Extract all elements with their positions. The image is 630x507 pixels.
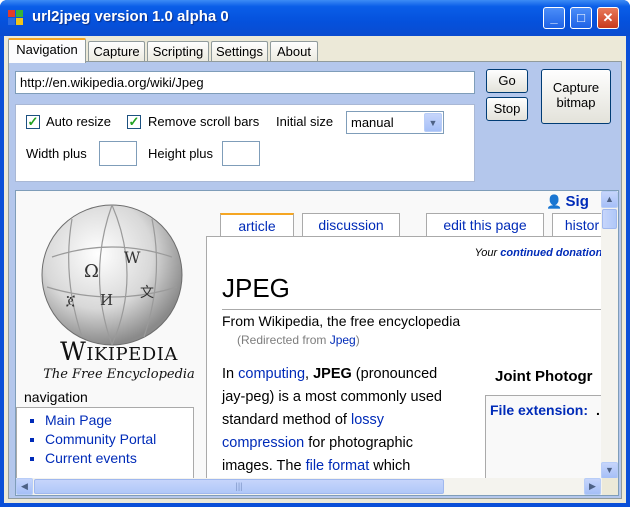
title-divider bbox=[222, 309, 603, 310]
height-plus-label: Height plus bbox=[148, 146, 214, 161]
scroll-right-button[interactable]: ▶ bbox=[584, 478, 601, 495]
article-title: JPEG bbox=[222, 273, 290, 303]
navigation-portlet: Main Page Community Portal Current event… bbox=[16, 407, 194, 479]
user-login[interactable]: 👤 Sig bbox=[546, 193, 589, 210]
scroll-up-button[interactable]: ▲ bbox=[601, 191, 618, 208]
donations-link[interactable]: continued donations bbox=[500, 247, 603, 259]
redirect-note: (Redirected from Jpeg) bbox=[237, 333, 360, 347]
auto-resize-checkbox[interactable]: ✓ bbox=[26, 115, 40, 129]
initial-size-value: manual bbox=[351, 115, 394, 130]
svg-text:ጀ: ጀ bbox=[66, 293, 76, 309]
app-icon bbox=[8, 10, 24, 26]
checkmark-icon: ✓ bbox=[128, 114, 140, 129]
body-text: In bbox=[222, 366, 239, 382]
navigation-panel: http://en.wikipedia.org/wiki/Jpeg Go Sto… bbox=[8, 61, 622, 499]
compression-link[interactable]: compression bbox=[222, 435, 304, 451]
site-sub: From Wikipedia, the free encyclopedia bbox=[222, 313, 461, 329]
client-area: Navigation Capture Scripting Settings Ab… bbox=[4, 36, 626, 503]
vertical-scroll-thumb[interactable] bbox=[602, 209, 617, 229]
wiki-tab-edit[interactable]: edit this page bbox=[426, 213, 544, 237]
svg-text:И: И bbox=[100, 291, 113, 309]
wiki-tab-history[interactable]: histor bbox=[552, 213, 603, 237]
scroll-left-button[interactable]: ◀ bbox=[16, 478, 33, 495]
width-plus-label: Width plus bbox=[26, 146, 87, 161]
nav-item-community-portal[interactable]: Community Portal bbox=[45, 431, 193, 447]
options-group: ✓ Auto resize ✓ Remove scroll bars Initi… bbox=[15, 104, 475, 182]
infobox-value: . bbox=[596, 402, 600, 418]
svg-text:W: W bbox=[124, 248, 141, 267]
tab-navigation[interactable]: Navigation bbox=[8, 38, 86, 63]
body-text: images. The bbox=[222, 458, 306, 474]
stop-button[interactable]: Stop bbox=[486, 97, 528, 121]
horizontal-scrollbar[interactable]: ◀ ||| ▶ bbox=[16, 478, 618, 495]
wikipedia-tagline: The Free Encyclopedia bbox=[43, 367, 195, 382]
infobox: File extension: . bbox=[485, 395, 603, 479]
tab-capture[interactable]: Capture bbox=[88, 41, 145, 62]
wikipedia-page: Ω W И 文 ጀ Wikipedia The Free Encyclopedi… bbox=[16, 191, 603, 479]
title-bar[interactable]: url2jpeg version 1.0 alpha 0 _ □ ✕ bbox=[0, 0, 630, 36]
vertical-scrollbar[interactable]: ▲ ▼ bbox=[601, 191, 618, 479]
capture-bitmap-button[interactable]: Capture bitmap bbox=[541, 69, 611, 124]
article-content: Your continued donations k JPEG From Wik… bbox=[206, 236, 603, 479]
wikipedia-wordmark: Wikipedia bbox=[60, 337, 178, 366]
chevron-down-icon[interactable]: ▼ bbox=[424, 113, 442, 132]
article-body: In computing, JPEG (pronounced jay-peg) … bbox=[222, 363, 477, 478]
nav-item-current-events[interactable]: Current events bbox=[45, 450, 193, 466]
initial-size-select[interactable]: manual ▼ bbox=[346, 111, 444, 134]
remove-scroll-bars-label: Remove scroll bars bbox=[148, 114, 260, 129]
initial-size-label: Initial size bbox=[276, 114, 334, 129]
redirect-link[interactable]: Jpeg bbox=[330, 333, 356, 347]
close-icon: ✕ bbox=[602, 10, 614, 25]
width-plus-input[interactable] bbox=[99, 141, 137, 166]
svg-text:文: 文 bbox=[140, 285, 154, 301]
maximize-button[interactable]: □ bbox=[570, 7, 592, 29]
svg-text:Ω: Ω bbox=[84, 261, 99, 282]
scroll-corner bbox=[602, 478, 618, 495]
body-text: for photographic bbox=[304, 435, 414, 451]
infobox-label: File extension: bbox=[490, 402, 589, 418]
redirect-suffix: ) bbox=[355, 333, 360, 347]
body-line: jay-peg) is a most commonly used bbox=[222, 389, 442, 405]
maximize-icon: □ bbox=[577, 10, 585, 25]
minimize-button[interactable]: _ bbox=[543, 7, 565, 29]
computing-link[interactable]: computing bbox=[238, 366, 305, 382]
infobox-title: Joint Photogr bbox=[495, 368, 593, 385]
tab-scripting[interactable]: Scripting bbox=[147, 41, 209, 62]
capture-label-line2: bitmap bbox=[556, 95, 596, 110]
minimize-icon: _ bbox=[550, 10, 558, 25]
navigation-heading: navigation bbox=[24, 389, 88, 405]
body-text: (pronounced bbox=[351, 366, 438, 382]
remove-scroll-bars-checkbox[interactable]: ✓ bbox=[127, 115, 141, 129]
auto-resize-label: Auto resize bbox=[46, 114, 112, 129]
redirect-prefix: (Redirected from bbox=[237, 333, 330, 347]
web-browser-view[interactable]: Ω W И 文 ጀ Wikipedia The Free Encyclopedi… bbox=[15, 190, 619, 496]
checkmark-icon: ✓ bbox=[27, 114, 39, 129]
close-button[interactable]: ✕ bbox=[597, 7, 619, 29]
height-plus-input[interactable] bbox=[222, 141, 260, 166]
body-text: , bbox=[305, 366, 314, 382]
scroll-down-button[interactable]: ▼ bbox=[601, 462, 618, 479]
nav-item-main-page[interactable]: Main Page bbox=[45, 412, 193, 428]
bold-term: JPEG bbox=[313, 366, 352, 382]
sign-in-link[interactable]: Sig bbox=[566, 193, 589, 210]
go-button[interactable]: Go bbox=[486, 69, 528, 93]
tab-about[interactable]: About bbox=[270, 41, 318, 62]
wiki-tab-discussion[interactable]: discussion bbox=[302, 213, 400, 237]
app-window: url2jpeg version 1.0 alpha 0 _ □ ✕ Navig… bbox=[0, 0, 630, 507]
file-format-link[interactable]: file format bbox=[306, 458, 370, 474]
tab-settings[interactable]: Settings bbox=[211, 41, 268, 62]
capture-label-line1: Capture bbox=[552, 80, 600, 95]
wiki-tab-article[interactable]: article bbox=[220, 213, 294, 237]
horizontal-scroll-thumb[interactable]: ||| bbox=[34, 479, 444, 494]
body-text: which bbox=[369, 458, 411, 474]
site-notice-text: Your bbox=[474, 247, 501, 259]
body-text: standard method of bbox=[222, 412, 351, 428]
window-title: url2jpeg version 1.0 alpha 0 bbox=[32, 8, 229, 25]
site-notice: Your continued donations k bbox=[475, 247, 603, 259]
user-icon: 👤 bbox=[546, 194, 563, 209]
wikipedia-globe-logo[interactable]: Ω W И 文 ጀ bbox=[32, 197, 192, 347]
url-input[interactable]: http://en.wikipedia.org/wiki/Jpeg bbox=[15, 71, 475, 94]
lossy-link[interactable]: lossy bbox=[351, 412, 384, 428]
